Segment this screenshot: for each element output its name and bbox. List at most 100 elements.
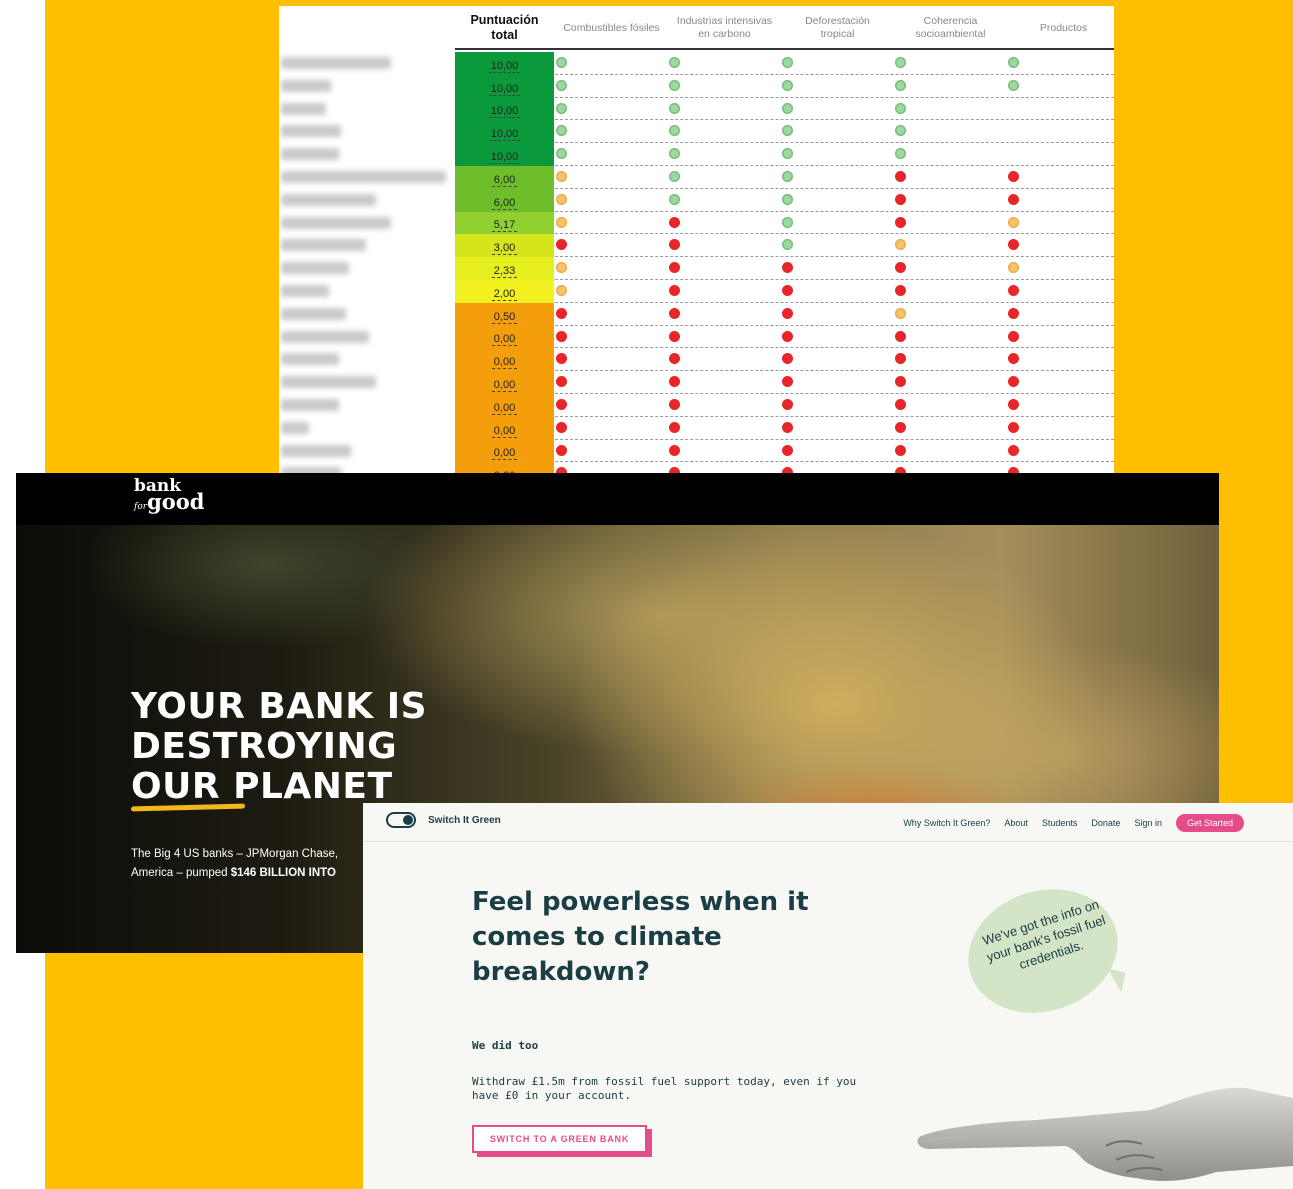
- amber-dot-icon: [556, 170, 567, 182]
- green-dot-icon: [669, 102, 680, 114]
- red-dot-icon: [1008, 444, 1019, 456]
- green-dot-icon: [782, 216, 793, 228]
- table-row: 5,17: [279, 211, 1114, 235]
- score-cell: 6,00: [455, 165, 554, 189]
- red-dot-icon: [1008, 170, 1019, 182]
- score-cell: 0,00: [455, 325, 554, 349]
- bankforgood-logo[interactable]: bank forgood: [134, 478, 204, 515]
- nav-about[interactable]: About: [1004, 818, 1028, 828]
- table-row: 10,00: [279, 120, 1114, 144]
- table-row: 0,00: [279, 439, 1114, 463]
- table-row: 2,33: [279, 257, 1114, 280]
- red-dot-icon: [669, 330, 680, 342]
- nav-students[interactable]: Students: [1042, 818, 1078, 828]
- table-row: 10,00: [279, 143, 1114, 166]
- red-dot-icon: [782, 353, 793, 365]
- red-dot-icon: [895, 284, 906, 296]
- red-dot-icon: [669, 421, 680, 433]
- amber-dot-icon: [556, 216, 567, 228]
- switch-to-green-bank-button[interactable]: SWITCH TO A GREEN BANK: [472, 1125, 647, 1153]
- score-cell: 0,00: [455, 371, 554, 394]
- score-value: 10,00: [488, 150, 521, 164]
- red-dot-icon: [782, 330, 793, 342]
- green-dot-icon: [782, 102, 793, 114]
- score-cell: 3,00: [455, 234, 554, 258]
- header-carbon-industries: Industrias intensivas en carbono: [676, 15, 773, 40]
- blurred-bank-name: [281, 148, 339, 161]
- amber-dot-icon: [1008, 262, 1019, 274]
- blurred-bank-name: [281, 102, 326, 115]
- switchitgreen-brand[interactable]: Switch It Green: [428, 815, 501, 826]
- score-cell: 2,33: [455, 257, 554, 280]
- blurred-bank-name: [281, 216, 391, 229]
- red-dot-icon: [669, 284, 680, 296]
- red-dot-icon: [556, 353, 567, 365]
- red-dot-icon: [1008, 193, 1019, 205]
- table-row: 0,00: [279, 393, 1114, 417]
- nav-donate[interactable]: Donate: [1091, 818, 1120, 828]
- score-cell: 10,00: [455, 120, 554, 144]
- score-cell: 0,00: [455, 348, 554, 372]
- blurred-bank-name: [281, 125, 341, 138]
- score-value: 3,00: [491, 242, 518, 256]
- amber-dot-icon: [1008, 216, 1019, 228]
- get-started-button[interactable]: Get Started: [1175, 814, 1244, 832]
- table-body: 10,00 10,00 10,00 10,00 10,00 6,00 6,00 5,17 3,0…: [279, 52, 1114, 525]
- amber-dot-icon: [895, 239, 906, 251]
- headline-line: OUR PLANET: [131, 766, 393, 807]
- score-cell: 10,00: [455, 97, 554, 121]
- score-value: 0,00: [491, 333, 518, 347]
- green-dot-icon: [556, 57, 567, 68]
- red-dot-icon: [1008, 376, 1019, 388]
- red-dot-icon: [556, 307, 567, 319]
- table-row: 0,00: [279, 348, 1114, 372]
- red-dot-icon: [782, 376, 793, 388]
- red-dot-icon: [782, 284, 793, 296]
- red-dot-icon: [669, 262, 680, 274]
- nav-why-switch[interactable]: Why Switch It Green?: [903, 818, 990, 828]
- blurred-bank-name: [281, 353, 339, 366]
- headline-line: DESTROYING: [131, 726, 398, 767]
- switchitgreen-headline: Feel powerless when it comes to climate …: [472, 887, 809, 987]
- header-socioenvironmental: Coherencia socioambiental: [915, 15, 986, 40]
- red-dot-icon: [895, 444, 906, 456]
- red-dot-icon: [895, 398, 906, 410]
- score-cell: 2,00: [455, 279, 554, 303]
- green-dot-icon: [556, 102, 567, 114]
- blurred-bank-name: [281, 193, 376, 206]
- score-value: 0,00: [491, 424, 518, 438]
- green-dot-icon: [782, 79, 793, 91]
- headline-line: YOUR BANK IS: [131, 686, 428, 727]
- table-row: 10,00: [279, 52, 1114, 75]
- green-dot-icon: [895, 102, 906, 114]
- red-dot-icon: [556, 421, 567, 433]
- green-dot-icon: [669, 148, 680, 160]
- toggle-logo-icon[interactable]: [386, 812, 416, 828]
- red-dot-icon: [669, 398, 680, 410]
- amber-dot-icon: [895, 307, 906, 319]
- green-dot-icon: [782, 125, 793, 137]
- green-dot-icon: [556, 79, 567, 91]
- red-dot-icon: [1008, 353, 1019, 365]
- score-value: 2,33: [491, 264, 518, 278]
- amber-dot-icon: [556, 284, 567, 296]
- green-dot-icon: [669, 57, 680, 68]
- blurred-bank-name: [281, 79, 331, 92]
- subtext-line: The Big 4 US banks – JPMorgan Chase,: [131, 848, 339, 860]
- red-dot-icon: [1008, 284, 1019, 296]
- score-cell: 10,00: [455, 143, 554, 166]
- score-value: 10,00: [488, 128, 521, 142]
- switchitgreen-page: Switch It Green Why Switch It Green? Abo…: [363, 803, 1293, 1189]
- blurred-bank-name: [281, 330, 369, 343]
- score-cell: 6,00: [455, 188, 554, 212]
- header-fossil-fuels: Combustibles fósiles: [563, 21, 660, 34]
- red-dot-icon: [556, 444, 567, 456]
- red-dot-icon: [782, 444, 793, 456]
- red-dot-icon: [895, 262, 906, 274]
- bankforgood-navbar: bank forgood: [16, 473, 1219, 525]
- switchitgreen-body: Withdraw £1.5m from fossil fuel support …: [472, 1075, 857, 1102]
- red-dot-icon: [1008, 398, 1019, 410]
- red-dot-icon: [556, 376, 567, 388]
- nav-sign-in[interactable]: Sign in: [1134, 818, 1162, 828]
- table-row: 10,00: [279, 74, 1114, 98]
